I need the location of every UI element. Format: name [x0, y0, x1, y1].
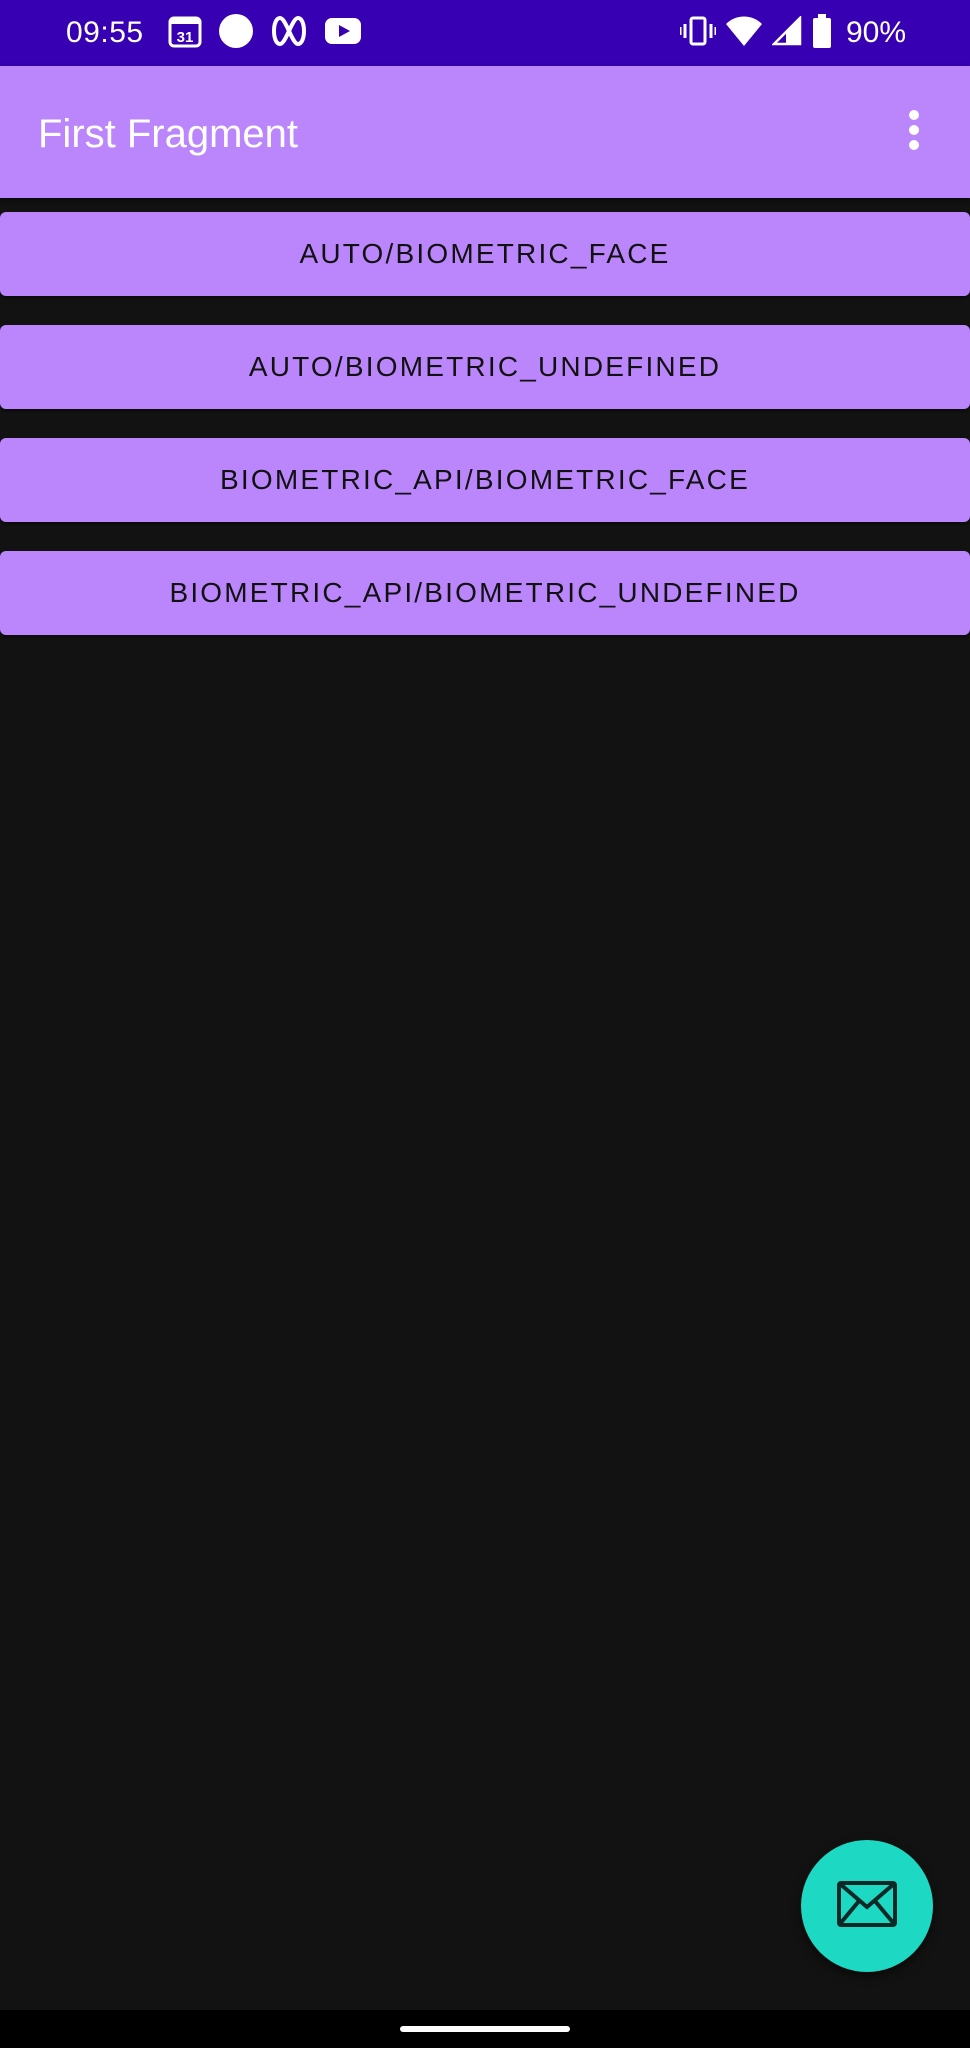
battery-percentage: 90% [845, 16, 906, 49]
wifi-icon [725, 16, 762, 51]
auto-biometric-undefined-button[interactable]: AUTO/BIOMETRIC_UNDEFINED [0, 325, 970, 409]
status-bar: 09:55 31 90% [0, 0, 970, 66]
auto-biometric-face-button[interactable]: AUTO/BIOMETRIC_FACE [0, 212, 970, 296]
youtube-icon [324, 16, 362, 51]
mail-icon [837, 1880, 897, 1932]
infinity-loop-icon [270, 14, 308, 53]
page-title: First Fragment [38, 112, 299, 156]
more-vertical-icon [908, 109, 920, 155]
status-time: 09:55 [66, 16, 144, 49]
home-gesture-handle[interactable] [400, 2026, 570, 2032]
battery-icon [812, 13, 832, 53]
status-notification-icons: 31 [168, 13, 362, 54]
circle-icon [218, 13, 254, 54]
mail-fab-button[interactable] [801, 1840, 933, 1972]
cell-signal-icon [770, 14, 802, 51]
vibrate-icon [678, 14, 718, 53]
calendar-icon: 31 [168, 14, 202, 53]
overflow-menu-button[interactable] [884, 102, 944, 162]
app-bar: First Fragment [0, 66, 970, 198]
navigation-bar [0, 2010, 970, 2048]
biometric-api-biometric-face-button[interactable]: BIOMETRIC_API/BIOMETRIC_FACE [0, 438, 970, 522]
calendar-day: 31 [177, 29, 194, 46]
biometric-api-biometric-undefined-button[interactable]: BIOMETRIC_API/BIOMETRIC_UNDEFINED [0, 551, 970, 635]
status-system-icons: 90% [678, 13, 906, 53]
button-list: AUTO/BIOMETRIC_FACE AUTO/BIOMETRIC_UNDEF… [0, 212, 970, 664]
